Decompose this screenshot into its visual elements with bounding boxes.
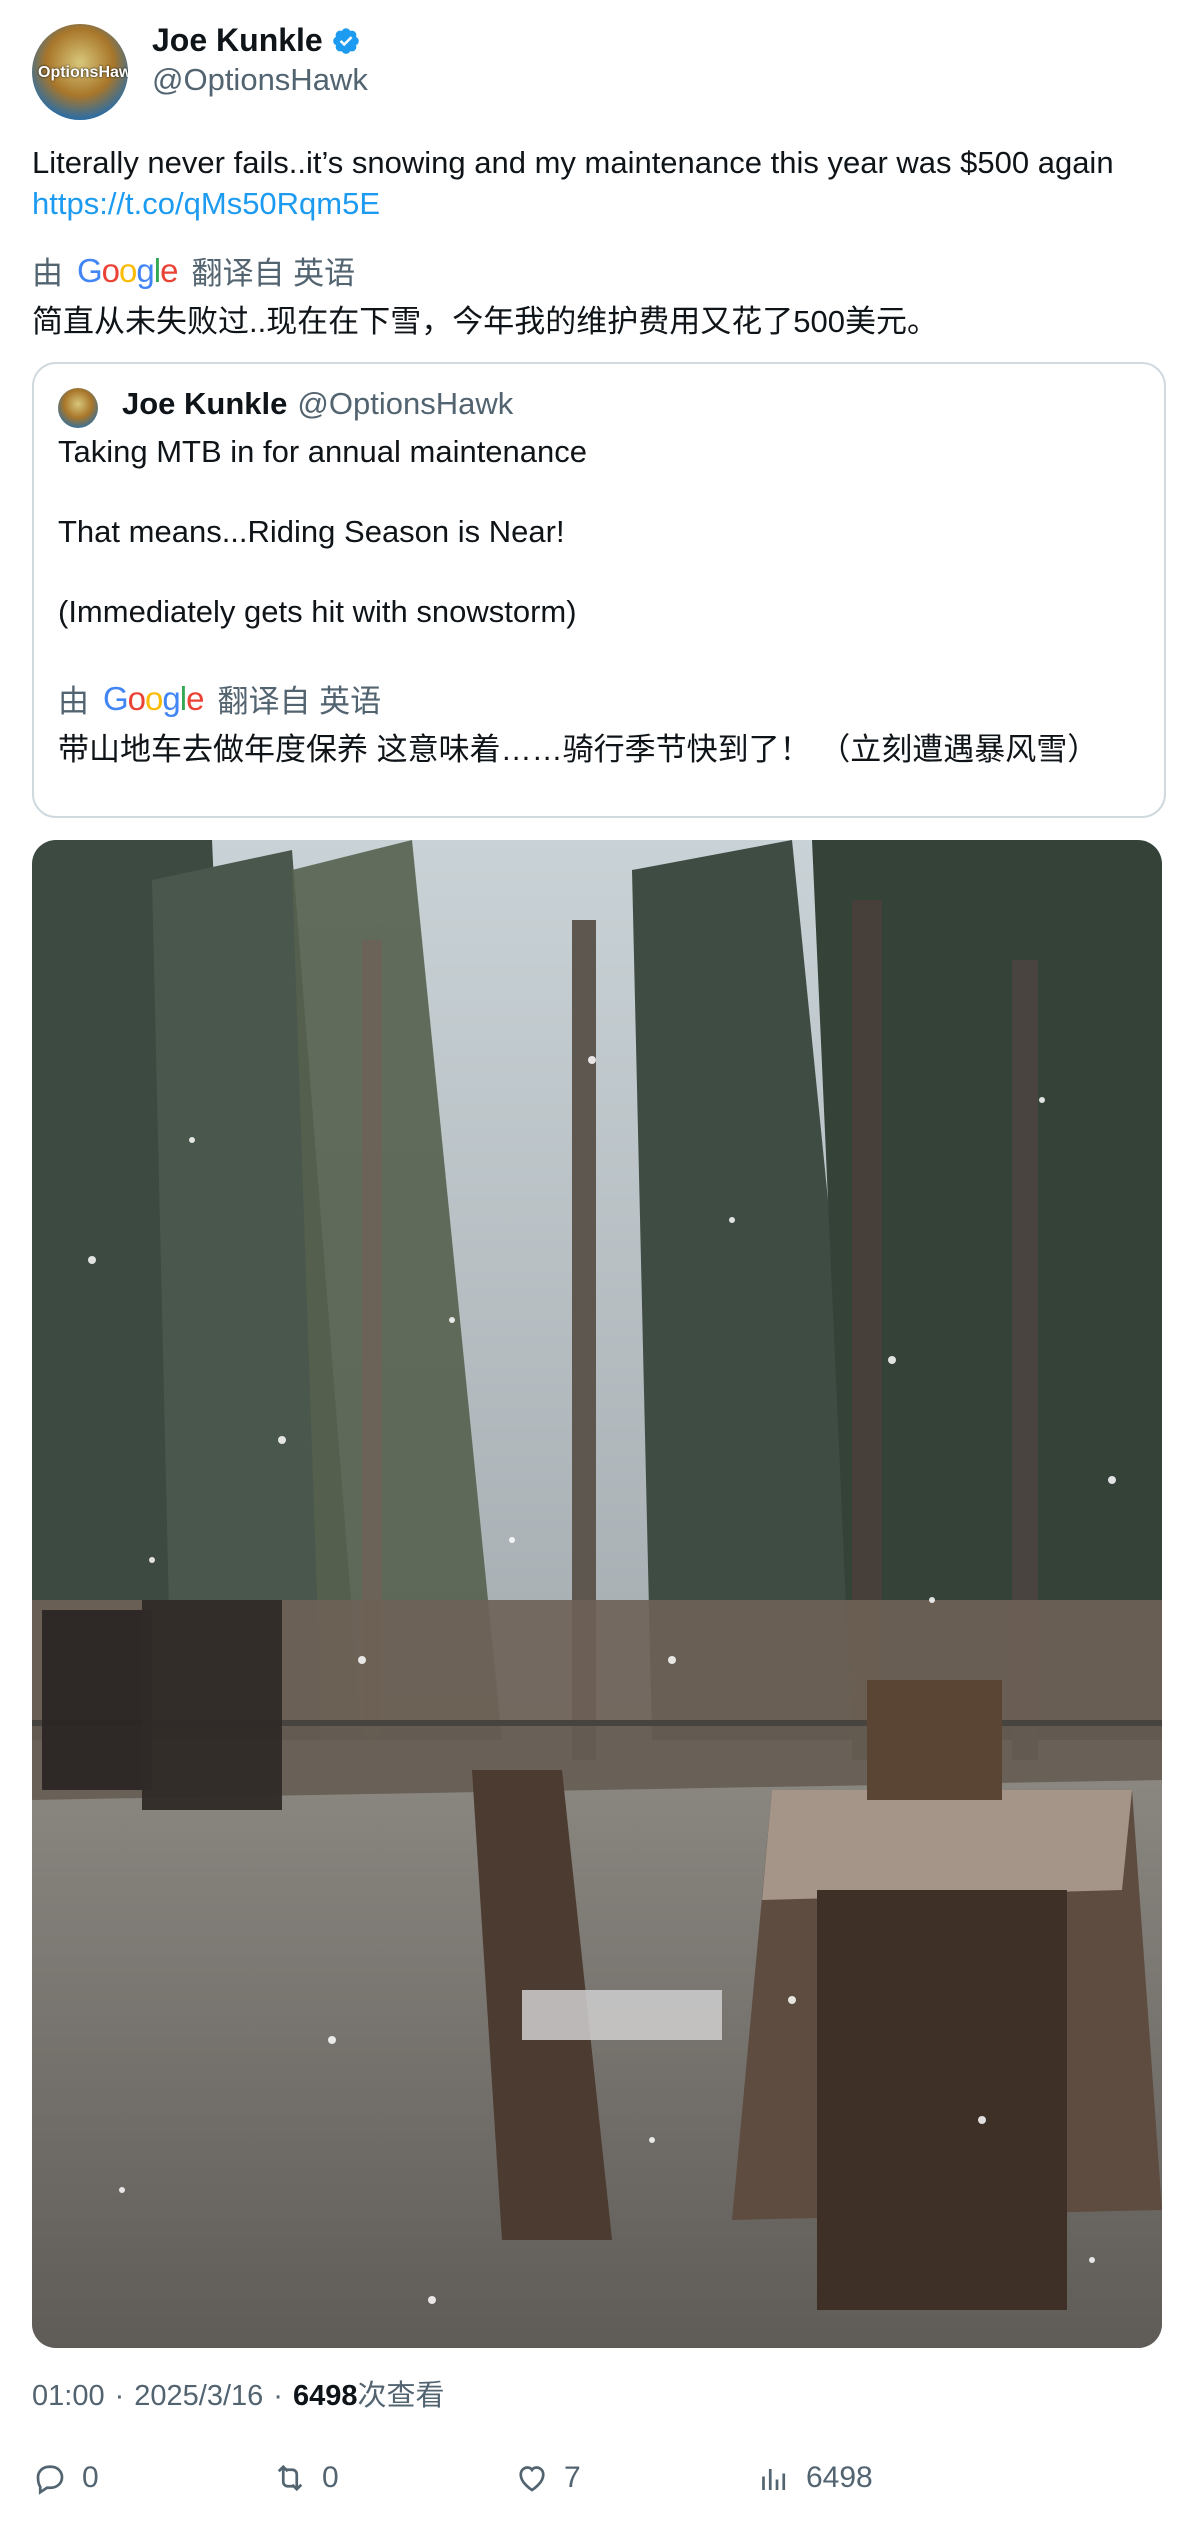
retweet-count: 0 <box>322 2461 339 2494</box>
quoted-text-line-3: (Immediately gets hit with snowstorm) <box>58 594 577 629</box>
analytics-icon <box>762 2469 786 2490</box>
quoted-translated-from-label: 翻译自 英语 <box>217 684 382 719</box>
translated-text: 简直从未失败过..现在在下雪，今年我的维护费用又花了500美元。 <box>32 304 938 339</box>
tweet-link[interactable]: https://t.co/qMs50Rqm5E <box>32 183 1172 224</box>
author-handle[interactable]: @OptionsHawk <box>152 62 368 98</box>
tweet-actions-bar: 0 0 7 6498 <box>32 2460 1172 2510</box>
reply-icon <box>36 2465 64 2495</box>
quoted-translation-attribution[interactable]: 由 Google 翻译自 英语 <box>58 676 381 721</box>
author-name[interactable]: Joe Kunkle <box>152 22 323 59</box>
tweet-body: Literally never fails..it’s snowing and … <box>32 142 1172 224</box>
quoted-text-line-1: Taking MTB in for annual maintenance <box>58 434 588 469</box>
quoted-translated-text: 带山地车去做年度保养 这意味着……骑行季节快到了！ （立刻遭遇暴风雪） <box>58 732 1099 767</box>
meta-separator: · <box>114 2380 125 2412</box>
tweet-meta: 01:00 · 2025/3/16 · 6498次查看 <box>32 2372 444 2414</box>
tweet-text: Literally never fails..it’s snowing and … <box>32 145 1114 180</box>
quoted-author-name: Joe Kunkle <box>122 386 288 421</box>
tweet-date[interactable]: 2025/3/16 <box>134 2380 263 2413</box>
tweet-views-count: 6498次查看 <box>292 2380 445 2412</box>
translation-by-label: 由 <box>32 256 63 291</box>
like-count: 7 <box>564 2461 581 2494</box>
quoted-author-row: Joe Kunkle @OptionsHawk <box>122 386 513 422</box>
translation-attribution[interactable]: 由 Google 翻译自 英语 <box>32 248 355 293</box>
verified-badge-icon <box>332 27 359 54</box>
tweet-photo[interactable] <box>32 840 1162 2348</box>
like-button[interactable]: 7 <box>514 2460 581 2496</box>
quoted-author-handle: @OptionsHawk <box>297 386 514 421</box>
retweet-icon <box>277 2464 303 2492</box>
author-avatar[interactable]: OptionsHawk <box>32 24 128 120</box>
heart-icon <box>519 2466 545 2492</box>
avatar-logo-text: OptionsHawk <box>38 64 128 81</box>
tweet-time[interactable]: 01:00 <box>32 2380 105 2413</box>
google-logo-icon: Google <box>77 251 178 289</box>
translated-from-label: 翻译自 英语 <box>191 256 356 291</box>
retweet-button[interactable]: 0 <box>272 2460 339 2496</box>
quoted-tweet-card[interactable]: Joe Kunkle @OptionsHawk Taking MTB in fo… <box>32 362 1166 818</box>
quoted-text-line-2: That means...Riding Season is Near! <box>58 514 565 549</box>
snowy-patio-photo <box>32 840 1162 2348</box>
reply-button[interactable]: 0 <box>32 2460 99 2496</box>
quoted-google-logo-icon: Google <box>103 679 204 717</box>
meta-separator: · <box>273 2380 283 2412</box>
quoted-translation-by-label: 由 <box>58 684 89 719</box>
author-name-row[interactable]: Joe Kunkle <box>152 22 361 59</box>
views-count: 6498 <box>806 2461 873 2494</box>
views-button[interactable]: 6498 <box>756 2460 873 2496</box>
quoted-author-avatar <box>58 388 98 428</box>
reply-count: 0 <box>82 2461 99 2494</box>
